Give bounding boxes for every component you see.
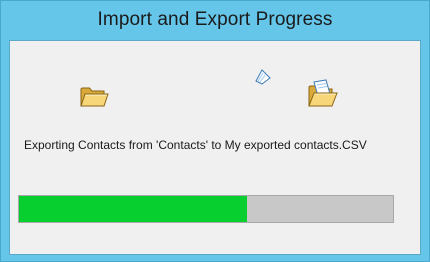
paper-sheet-icon [255, 69, 271, 85]
open-folder-icon [308, 79, 338, 107]
progress-bar-fill [19, 196, 248, 222]
progress-bar [18, 195, 394, 223]
folder-icon [80, 87, 109, 107]
window-title: Import and Export Progress [97, 9, 333, 30]
dialog-body: Exporting Contacts from 'Contacts' to My… [9, 40, 421, 255]
status-message: Exporting Contacts from 'Contacts' to My… [24, 138, 367, 152]
title-bar[interactable]: Import and Export Progress [1, 1, 429, 39]
progress-dialog: Import and Export Progress Exporting Con… [0, 0, 430, 262]
